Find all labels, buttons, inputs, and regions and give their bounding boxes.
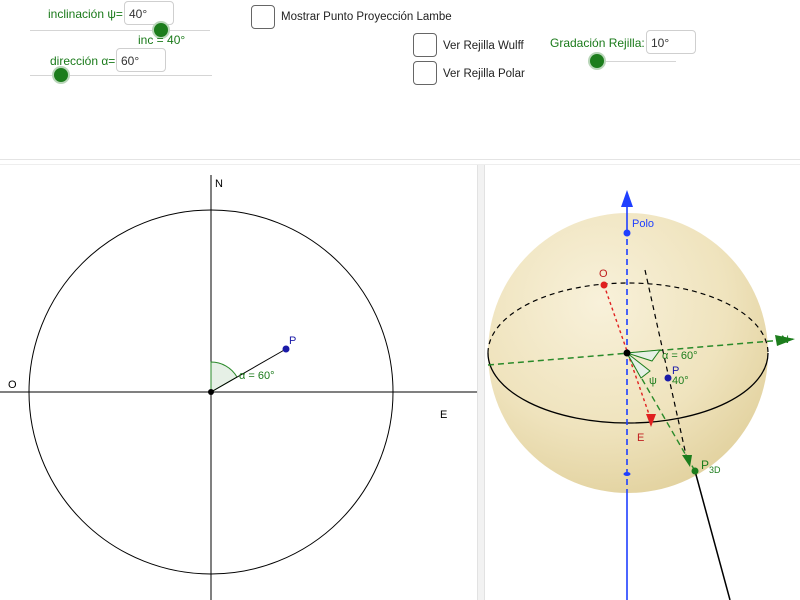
- origin-point[interactable]: [208, 389, 214, 395]
- inclination-input[interactable]: 40°: [124, 1, 174, 25]
- sphere-3d-view[interactable]: Polo O E N P α = 60° ψ 40° P3D: [485, 165, 800, 600]
- lambert-checkbox-label[interactable]: Mostrar Punto Proyección Lambe: [281, 11, 452, 23]
- grid-gradation-input[interactable]: 10°: [646, 30, 696, 54]
- point-p-3d[interactable]: [664, 374, 672, 382]
- east-label: E: [440, 409, 447, 421]
- center-point[interactable]: [623, 349, 631, 357]
- inclination-slider-track[interactable]: [30, 30, 210, 31]
- sphere-north-label: N: [781, 334, 789, 346]
- sphere-psi-label: ψ: [649, 375, 657, 387]
- pole-lower-mark: [623, 472, 631, 476]
- sphere-east-label: E: [637, 432, 644, 444]
- inclination-label: inclinación ψ=: [48, 7, 123, 21]
- wulff-checkbox[interactable]: [413, 33, 437, 57]
- pole-label: Polo: [632, 218, 654, 230]
- grid-gradation-label: Gradación Rejilla:: [550, 36, 645, 50]
- north-label: N: [215, 178, 223, 190]
- p3d-point[interactable]: [691, 467, 699, 475]
- view-splitter[interactable]: [477, 165, 485, 600]
- sphere-psi-value: 40°: [672, 375, 689, 387]
- alpha-angle-sector: [210, 361, 238, 393]
- sphere-alpha-label: α = 60°: [662, 350, 698, 362]
- lambert-checkbox[interactable]: [251, 5, 275, 29]
- point-p-label: P: [289, 335, 296, 347]
- west-point[interactable]: [600, 281, 608, 289]
- wulff-checkbox-label[interactable]: Ver Rejilla Wulff: [443, 40, 524, 52]
- stereonet-view[interactable]: N O E P α = 60°: [0, 165, 477, 600]
- west-label: O: [8, 379, 17, 391]
- alpha-angle-label: α = 60°: [239, 370, 275, 382]
- direction-label: dirección α=: [50, 54, 116, 68]
- top-panel-divider: [0, 159, 800, 160]
- pole-point[interactable]: [623, 229, 631, 237]
- polar-checkbox-label[interactable]: Ver Rejilla Polar: [443, 68, 525, 80]
- z-axis-arrow: [621, 190, 633, 207]
- polar-checkbox[interactable]: [413, 61, 437, 85]
- direction-input[interactable]: 60°: [116, 48, 166, 72]
- inclination-slider-caption: inc = 40°: [138, 33, 186, 47]
- grid-gradation-slider-handle[interactable]: [590, 54, 604, 68]
- sphere-west-label: O: [599, 268, 608, 280]
- direction-slider-handle[interactable]: [54, 68, 68, 82]
- p3d-extension: [694, 470, 731, 600]
